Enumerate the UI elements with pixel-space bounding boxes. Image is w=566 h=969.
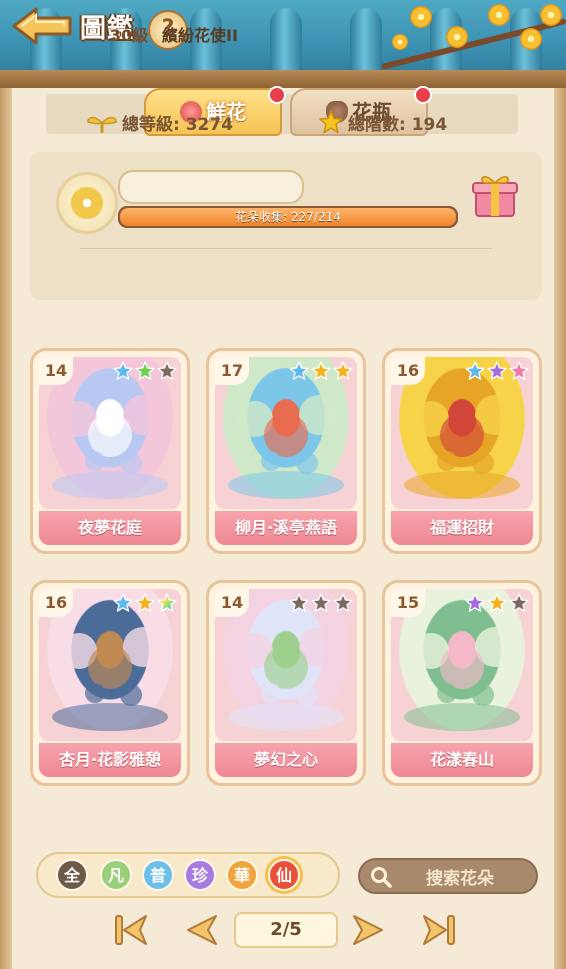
blue-star-icon bbox=[465, 361, 485, 380]
rainbow-star-icon bbox=[157, 593, 177, 612]
card-level-badge: 14 bbox=[39, 357, 73, 385]
gift-box-icon[interactable] bbox=[470, 170, 520, 220]
gold-star-icon bbox=[311, 361, 331, 380]
gray-star-icon bbox=[289, 593, 309, 612]
search-placeholder: 搜索花朵 bbox=[426, 869, 494, 889]
green-star-icon bbox=[135, 361, 155, 380]
flower-card[interactable]: 14 夜夢花庭 bbox=[30, 348, 190, 554]
rarity-stars bbox=[465, 593, 529, 613]
card-level-badge: 16 bbox=[391, 357, 425, 385]
flower-card[interactable]: 15 花漾春山 bbox=[382, 580, 542, 786]
purple-star-icon bbox=[487, 361, 507, 380]
flower-card[interactable]: 14 夢幻之心 bbox=[206, 580, 366, 786]
pink-star-icon bbox=[509, 361, 529, 380]
blue-star-icon bbox=[113, 361, 133, 380]
rarity-stars bbox=[113, 593, 177, 613]
flower-name: 夢幻之心 bbox=[215, 743, 357, 777]
page-indicator: 2/5 bbox=[234, 912, 338, 948]
gallery-screen: 圖鑑 ? 鮮花 花瓶 花朵收集: 227/214 30級 繽紛花使II 總等級:… bbox=[0, 0, 566, 969]
blue-star-icon bbox=[289, 361, 309, 380]
prev-page-icon[interactable] bbox=[182, 912, 222, 948]
flower-card[interactable]: 16 福運招財 bbox=[382, 348, 542, 554]
flower-name: 福運招財 bbox=[391, 511, 533, 545]
frame-left bbox=[0, 88, 12, 969]
first-page-icon[interactable] bbox=[112, 912, 152, 948]
progress-text: 花朵收集: 227/214 bbox=[235, 210, 341, 224]
flower-name: 花漾春山 bbox=[391, 743, 533, 777]
gray-star-icon bbox=[509, 593, 529, 612]
gold-star-icon bbox=[487, 593, 507, 612]
rarity-filter-button[interactable]: 全 bbox=[56, 859, 88, 891]
total-level-stat: 總等級: 3274 bbox=[86, 110, 233, 135]
flower-name: 柳月·溪亭燕語 bbox=[215, 511, 357, 545]
gold-star-icon bbox=[135, 593, 155, 612]
rarity-filter-button[interactable]: 華 bbox=[226, 859, 258, 891]
notification-dot bbox=[268, 86, 286, 104]
flower-badge-icon bbox=[56, 172, 118, 234]
blue-star-icon bbox=[113, 593, 133, 612]
card-level-badge: 17 bbox=[215, 357, 249, 385]
rarity-filter-button[interactable]: 珍 bbox=[184, 859, 216, 891]
collector-level: 30級 bbox=[110, 26, 149, 45]
purple-star-icon bbox=[465, 593, 485, 612]
flower-card[interactable]: 16 杏月·花影雅憩 bbox=[30, 580, 190, 786]
flower-card[interactable]: 17 柳月·溪亭燕語 bbox=[206, 348, 366, 554]
divider bbox=[80, 248, 492, 249]
notification-dot bbox=[414, 86, 432, 104]
flower-name: 夜夢花庭 bbox=[39, 511, 181, 545]
next-page-icon[interactable] bbox=[348, 912, 388, 948]
total-stage-text: 總階數: 194 bbox=[348, 115, 448, 135]
total-level-text: 總等級: 3274 bbox=[122, 115, 234, 135]
card-level-badge: 14 bbox=[215, 589, 249, 617]
level-pill bbox=[118, 170, 304, 204]
total-stage-stat: 總階數: 194 bbox=[318, 110, 447, 135]
collector-title: 繽紛花使II bbox=[162, 26, 238, 45]
flower-name: 杏月·花影雅憩 bbox=[39, 743, 181, 777]
rarity-filter-button[interactable]: 凡 bbox=[100, 859, 132, 891]
star-icon bbox=[319, 110, 343, 134]
last-page-icon[interactable] bbox=[418, 912, 458, 948]
card-level-badge: 15 bbox=[391, 589, 425, 617]
rarity-filter-button[interactable]: 仙 bbox=[268, 859, 300, 891]
rarity-stars bbox=[113, 361, 177, 381]
frame-right bbox=[554, 88, 566, 969]
back-arrow-icon[interactable] bbox=[10, 6, 74, 46]
sprout-icon bbox=[87, 116, 117, 133]
gold-star-icon bbox=[333, 361, 353, 380]
card-level-badge: 16 bbox=[39, 589, 73, 617]
collection-progress-bar: 花朵收集: 227/214 bbox=[118, 206, 458, 228]
gray-star-icon bbox=[311, 593, 331, 612]
rarity-stars bbox=[289, 361, 353, 381]
rarity-stars bbox=[289, 593, 353, 613]
magnifier-icon bbox=[371, 867, 392, 888]
gray-star-icon bbox=[333, 593, 353, 612]
rarity-stars bbox=[465, 361, 529, 381]
collection-stats-card: 花朵收集: 227/214 bbox=[30, 152, 542, 300]
rarity-filter-button[interactable]: 普 bbox=[142, 859, 174, 891]
gray-star-icon bbox=[157, 361, 177, 380]
